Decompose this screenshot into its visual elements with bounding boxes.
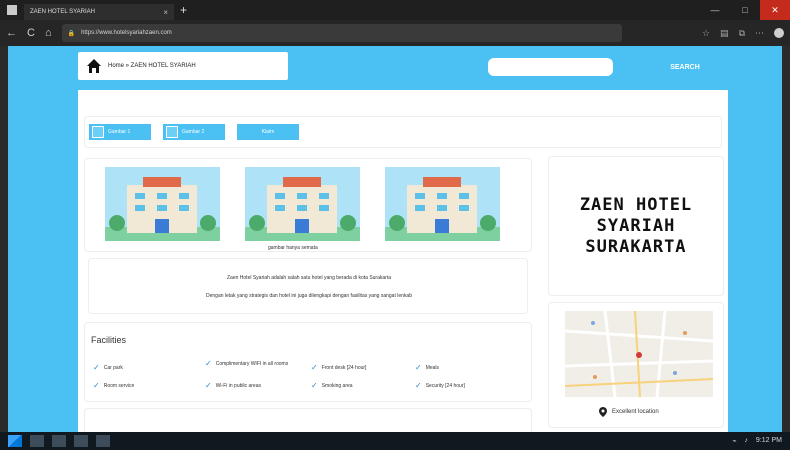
check-icon: ✓ — [311, 381, 318, 390]
taskbar-clock[interactable]: 9:12 PM — [756, 437, 782, 445]
facility-item: ✓ Security [24 hour] — [415, 381, 465, 390]
bottom-card — [84, 408, 532, 432]
breadcrumb: Home » ZAEN HOTEL SYARIAH — [78, 52, 288, 80]
check-icon: ✓ — [93, 363, 100, 372]
main-content: Gambar 1 Gambar 2 Klaim gambar hanya sem… — [78, 90, 728, 432]
photo-gallery: gambar hanya semata — [84, 158, 532, 252]
facility-item: ✓ Room service — [93, 381, 135, 390]
document-button-2[interactable]: Gambar 2 — [163, 124, 225, 140]
browser-toolbar: ← C ⌂ 🔒 https://www.hotelsyariahzaen.com… — [0, 20, 790, 46]
taskbar-app[interactable] — [52, 435, 66, 447]
back-button[interactable]: ← — [6, 27, 17, 39]
hotel-name-card: ZAEN HOTEL SYARIAH SURAKARTA — [548, 156, 724, 296]
page-viewport: Home » ZAEN HOTEL SYARIAH SEARCH Gambar … — [8, 46, 782, 432]
hotel-name-line-1: ZAEN HOTEL — [579, 194, 693, 215]
taskbar-app[interactable] — [74, 435, 88, 447]
browser-extensions: ☆ ▤ ⧉ ⋯ — [702, 27, 784, 39]
document-buttons-row: Gambar 1 Gambar 2 Klaim — [84, 116, 722, 148]
new-tab-button[interactable]: + — [180, 3, 187, 17]
search-button[interactable]: SEARCH — [641, 54, 729, 80]
document-button-1-label: Gambar 1 — [108, 129, 131, 135]
search-input[interactable] — [488, 58, 613, 76]
facilities-title: Facilities — [91, 335, 127, 345]
description-line-1: Zaen Hotel Syariah adalah salah satu hot… — [227, 275, 391, 281]
description-card: Zaen Hotel Syariah adalah salah satu hot… — [88, 258, 528, 314]
settings-icon[interactable]: ⋯ — [755, 28, 764, 39]
hotel-name-line-3: SURAKARTA — [585, 236, 687, 257]
facility-item: ✓ Complimentary WIFI in all rooms — [205, 359, 289, 368]
address-bar[interactable]: 🔒 https://www.hotelsyariahzaen.com — [61, 24, 622, 42]
hotel-image-1[interactable] — [105, 167, 220, 241]
document-button-3-label: Klaim — [261, 129, 275, 135]
home-icon[interactable] — [86, 58, 102, 74]
breadcrumb-text[interactable]: Home » ZAEN HOTEL SYARIAH — [108, 63, 196, 69]
volume-icon[interactable]: ♪ — [744, 437, 748, 445]
tab-close-icon[interactable]: × — [163, 8, 168, 17]
check-icon: ✓ — [205, 359, 212, 368]
browser-tab[interactable]: ZAEN HOTEL SYARIAH × — [24, 4, 174, 20]
system-tray: ⌁ ♪ 9:12 PM — [732, 437, 790, 445]
map-pin-icon — [599, 407, 607, 417]
description-line-2: Dengan letak yang strategis dan hotel in… — [206, 293, 412, 299]
document-button-2-label: Gambar 2 — [182, 129, 205, 135]
hotel-image-2[interactable] — [245, 167, 360, 241]
facilities-card: Facilities ✓ Car park ✓ Complimentary WIFI… — [84, 322, 532, 402]
minimize-button[interactable]: — — [700, 0, 730, 20]
browser-app-icon — [7, 5, 17, 15]
close-window-button[interactable]: ✕ — [760, 0, 790, 20]
facility-item: ✓ Smoking area — [311, 381, 353, 390]
hotel-illustration-1 — [105, 177, 220, 241]
facility-item: ✓ Wi-Fi in public areas — [205, 381, 261, 390]
hotel-illustration-2 — [245, 177, 360, 241]
check-icon: ✓ — [205, 381, 212, 390]
maximize-button[interactable]: □ — [730, 0, 760, 20]
hotel-illustration-3 — [385, 177, 500, 241]
map-roads — [565, 311, 713, 397]
gallery-caption: gambar hanya semata — [268, 245, 318, 251]
location-row: Excellent location — [599, 407, 659, 417]
document-button-3[interactable]: Klaim — [237, 124, 299, 140]
reload-button[interactable]: C — [27, 27, 35, 39]
collections-icon[interactable]: ▤ — [720, 28, 729, 39]
location-label: Excellent location — [612, 409, 659, 415]
url-text: https://www.hotelsyariahzaen.com — [81, 30, 172, 36]
network-icon[interactable]: ⌁ — [732, 437, 736, 445]
document-button-1[interactable]: Gambar 1 — [89, 124, 151, 140]
star-icon[interactable]: ☆ — [702, 28, 710, 39]
lock-icon: 🔒 — [67, 30, 76, 37]
location-map[interactable] — [565, 311, 713, 397]
window-controls: — □ ✕ — [700, 0, 790, 20]
home-button[interactable]: ⌂ — [45, 27, 52, 39]
facility-item: ✓ Car park — [93, 363, 123, 372]
location-card: Excellent location — [548, 302, 724, 428]
browser-titlebar: ZAEN HOTEL SYARIAH × + — □ ✕ — [0, 0, 790, 20]
facility-item: ✓ Front desk [24 hour] — [311, 363, 367, 372]
check-icon: ✓ — [311, 363, 318, 372]
facility-item: ✓ Meals — [415, 363, 440, 372]
check-icon: ✓ — [415, 381, 422, 390]
start-button[interactable] — [8, 435, 22, 447]
profile-avatar[interactable] — [774, 27, 784, 38]
document-icon — [166, 126, 178, 138]
check-icon: ✓ — [415, 363, 422, 372]
taskbar-app[interactable] — [96, 435, 110, 447]
document-icon — [92, 126, 104, 138]
taskbar-app[interactable] — [30, 435, 44, 447]
hotel-name: ZAEN HOTEL SYARIAH SURAKARTA — [580, 195, 692, 258]
hotel-name-line-2: SYARIAH — [596, 215, 676, 236]
os-taskbar: ⌁ ♪ 9:12 PM — [0, 432, 790, 450]
tab-title: ZAEN HOTEL SYARIAH — [30, 9, 96, 15]
check-icon: ✓ — [93, 381, 100, 390]
hotel-image-3[interactable] — [385, 167, 500, 241]
extensions-icon[interactable]: ⧉ — [739, 28, 745, 39]
